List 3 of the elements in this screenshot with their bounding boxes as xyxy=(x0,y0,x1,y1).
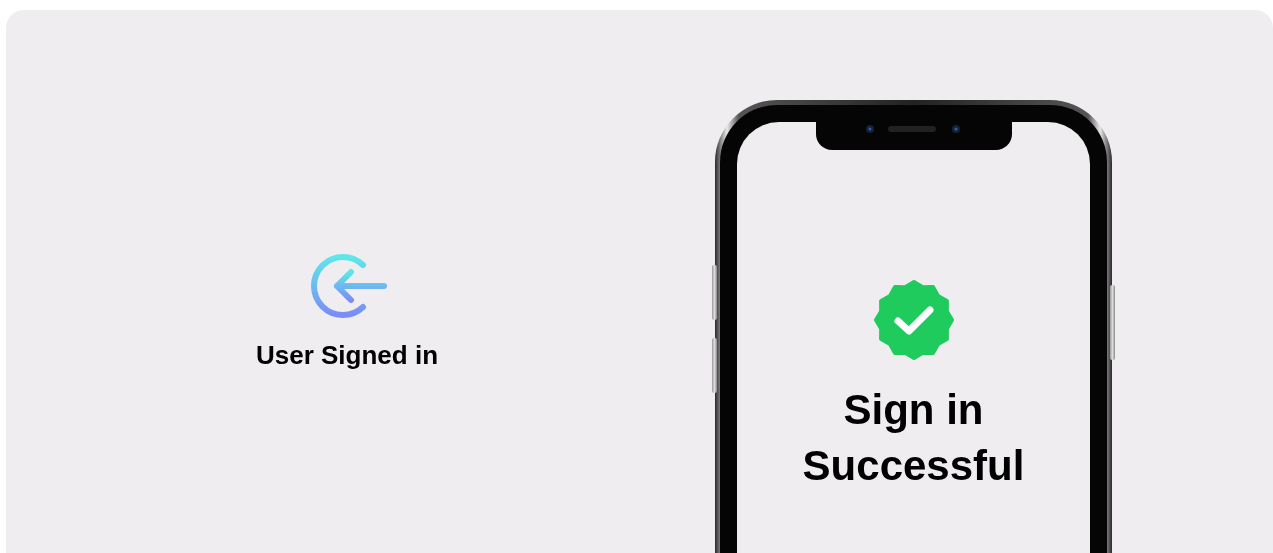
verified-check-icon xyxy=(873,280,954,360)
success-message: Sign in Successful xyxy=(801,385,1026,491)
caption: User Signed in xyxy=(255,340,438,371)
